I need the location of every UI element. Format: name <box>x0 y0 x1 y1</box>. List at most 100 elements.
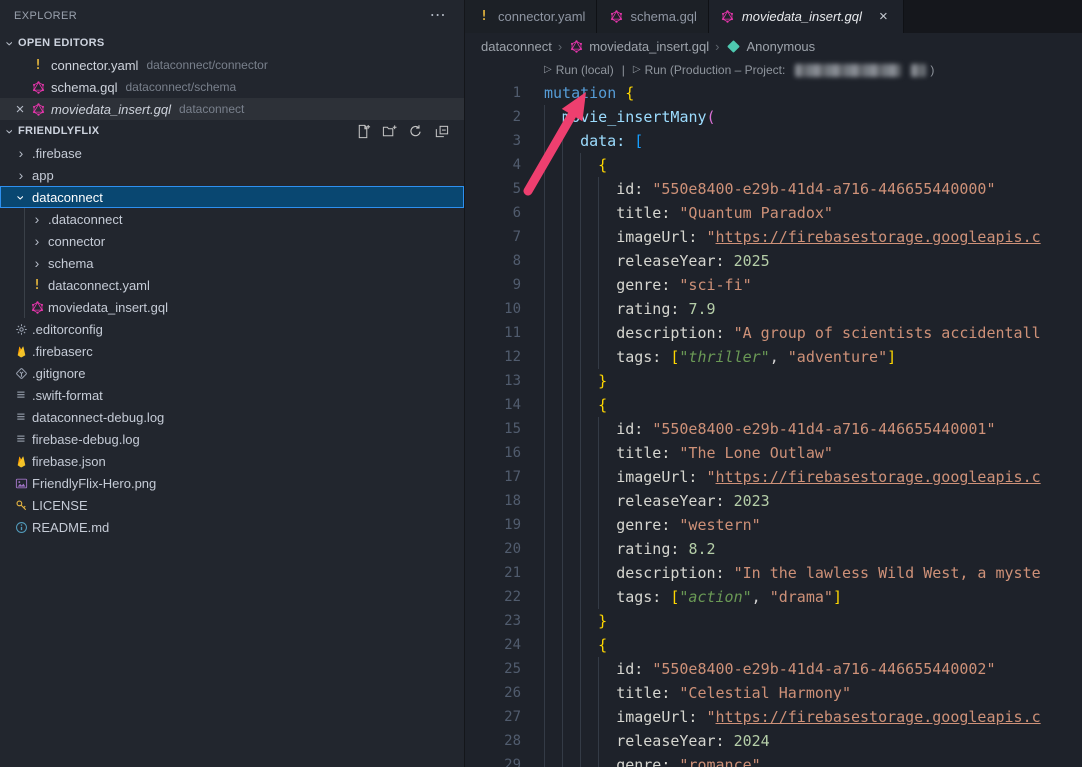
indent-guide <box>580 273 598 297</box>
open-editor-item[interactable]: !connector.yamldataconnect/connector <box>0 54 464 76</box>
code-line[interactable]: 22tags: ["action", "drama"] <box>465 585 1082 609</box>
tree-item-swift-format[interactable]: ≡.swift-format <box>0 384 464 406</box>
breadcrumb-item[interactable]: Anonymous <box>726 38 816 54</box>
tree-item-label: .firebase <box>32 146 82 161</box>
close-tab-icon[interactable]: × <box>875 9 892 24</box>
code-line[interactable]: 29genre: "romance" <box>465 753 1082 767</box>
code-line[interactable]: 19genre: "western" <box>465 513 1082 537</box>
code-line-text: id: "550e8400-e29b-41d4-a716-44665544000… <box>521 177 995 201</box>
breadcrumb-label: Anonymous <box>747 39 816 54</box>
tree-item-connector[interactable]: ›connector <box>0 230 464 252</box>
code-line[interactable]: 5id: "550e8400-e29b-41d4-a716-4466554400… <box>465 177 1082 201</box>
code-line[interactable]: 7imageUrl: "https://firebasestorage.goog… <box>465 225 1082 249</box>
code-token <box>643 420 652 438</box>
code-line[interactable]: 15id: "550e8400-e29b-41d4-a716-446655440… <box>465 417 1082 441</box>
tree-item-dataconnect[interactable]: ›.dataconnect <box>0 208 464 230</box>
refresh-icon[interactable] <box>406 122 424 140</box>
code-token <box>697 228 706 246</box>
code-line-text: } <box>521 369 607 393</box>
code-line[interactable]: 28releaseYear: 2024 <box>465 729 1082 753</box>
tree-item-friendlyflix-hero-png[interactable]: FriendlyFlix-Hero.png <box>0 472 464 494</box>
indent-guide <box>580 417 598 441</box>
code-line[interactable]: 24{ <box>465 633 1082 657</box>
code-line[interactable]: 17imageUrl: "https://firebasestorage.goo… <box>465 465 1082 489</box>
tree-item-firebase-debug-log[interactable]: ≡firebase-debug.log <box>0 428 464 450</box>
tree-item-dataconnect-yaml[interactable]: !dataconnect.yaml <box>0 274 464 296</box>
tab-moviedata-insert-gql[interactable]: moviedata_insert.gql× <box>709 0 904 33</box>
code-line[interactable]: 27imageUrl: "https://firebasestorage.goo… <box>465 705 1082 729</box>
tree-item-license[interactable]: LICENSE <box>0 494 464 516</box>
breadcrumb-item[interactable]: moviedata_insert.gql <box>568 38 709 54</box>
breadcrumb-item[interactable]: dataconnect <box>481 39 552 54</box>
workspace-header[interactable]: › FRIENDLYFLIX <box>0 120 464 142</box>
indent-guide <box>598 561 616 585</box>
indent-guide <box>562 465 580 489</box>
tree-item-moviedata-insert-gql[interactable]: moviedata_insert.gql <box>0 296 464 318</box>
code-line[interactable]: 8releaseYear: 2025 <box>465 249 1082 273</box>
line-number: 13 <box>465 369 521 393</box>
code-token: releaseYear: <box>616 492 724 510</box>
code-line-text: imageUrl: "https://firebasestorage.googl… <box>521 705 1041 729</box>
close-editor-icon[interactable]: × <box>10 102 30 117</box>
tree-item-app[interactable]: ›app <box>0 164 464 186</box>
code-line[interactable]: 18releaseYear: 2023 <box>465 489 1082 513</box>
code-line[interactable]: 2movie_insertMany( <box>465 105 1082 129</box>
run-production-button[interactable]: ▷ Run (Production – Project: ) <box>633 63 934 77</box>
tree-item-readme-md[interactable]: README.md <box>0 516 464 538</box>
indent-guide <box>598 705 616 729</box>
code-token: "action" <box>679 588 751 606</box>
new-folder-icon[interactable] <box>380 122 398 140</box>
code-line[interactable]: 9genre: "sci-fi" <box>465 273 1082 297</box>
tree-item-editorconfig[interactable]: .editorconfig <box>0 318 464 340</box>
code-token: { <box>598 636 607 654</box>
tab-connector-yaml[interactable]: !connector.yaml <box>465 0 597 33</box>
tree-item-dataconnect-debug-log[interactable]: ≡dataconnect-debug.log <box>0 406 464 428</box>
code-line[interactable]: 6title: "Quantum Paradox" <box>465 201 1082 225</box>
yaml-icon: ! <box>30 57 46 73</box>
file-icon-slot <box>12 519 30 535</box>
tab-schema-gql[interactable]: schema.gql <box>597 0 708 33</box>
code-line[interactable]: 13} <box>465 369 1082 393</box>
code-line[interactable]: 10rating: 7.9 <box>465 297 1082 321</box>
tree-item-label: dataconnect-debug.log <box>32 410 164 425</box>
code-line[interactable]: 16title: "The Lone Outlaw" <box>465 441 1082 465</box>
tree-item-dataconnect[interactable]: ›dataconnect <box>0 186 464 208</box>
file-tree: ›.firebase›app›dataconnect›.dataconnect›… <box>0 142 464 538</box>
code-line[interactable]: 14{ <box>465 393 1082 417</box>
code-token: " <box>707 228 716 246</box>
indent-guide <box>562 369 580 393</box>
tree-item-firebase[interactable]: ›.firebase <box>0 142 464 164</box>
code-line[interactable]: 20rating: 8.2 <box>465 537 1082 561</box>
code-editor[interactable]: ▷ Run (local) | ▷ Run (Production – Proj… <box>465 59 1082 767</box>
code-line[interactable]: 25id: "550e8400-e29b-41d4-a716-446655440… <box>465 657 1082 681</box>
tree-item-firebase-json[interactable]: firebase.json <box>0 450 464 472</box>
code-token: releaseYear: <box>616 732 724 750</box>
indent-guide <box>580 585 598 609</box>
code-line[interactable]: 23} <box>465 609 1082 633</box>
code-line[interactable]: 1mutation { <box>465 81 1082 105</box>
collapse-all-icon[interactable] <box>432 122 450 140</box>
code-line[interactable]: 21description: "In the lawless Wild West… <box>465 561 1082 585</box>
open-editor-name: connector.yaml <box>51 58 138 73</box>
code-line[interactable]: 12tags: ["thriller", "adventure"] <box>465 345 1082 369</box>
indent-guide <box>562 657 580 681</box>
editor-area: !connector.yamlschema.gqlmoviedata_inser… <box>465 0 1082 767</box>
open-editors-header[interactable]: › OPEN EDITORS <box>0 32 464 54</box>
code-line[interactable]: 11description: "A group of scientists ac… <box>465 321 1082 345</box>
tree-item-gitignore[interactable]: .gitignore <box>0 362 464 384</box>
run-local-button[interactable]: ▷ Run (local) <box>544 63 614 77</box>
indent-guide <box>562 585 580 609</box>
code-line[interactable]: 3data: [ <box>465 129 1082 153</box>
tree-item-schema[interactable]: ›schema <box>0 252 464 274</box>
open-editor-item[interactable]: schema.gqldataconnect/schema <box>0 76 464 98</box>
code-line-text: genre: "western" <box>521 513 761 537</box>
more-actions-icon[interactable]: ⋯ <box>430 8 446 24</box>
code-line[interactable]: 26title: "Celestial Harmony" <box>465 681 1082 705</box>
tree-item-firebaserc[interactable]: .firebaserc <box>0 340 464 362</box>
open-editor-item[interactable]: ×moviedata_insert.gqldataconnect <box>0 98 464 120</box>
indent-guide <box>562 129 580 153</box>
indent-guide <box>598 537 616 561</box>
new-file-icon[interactable] <box>354 122 372 140</box>
code-line[interactable]: 4{ <box>465 153 1082 177</box>
indent-guide <box>562 681 580 705</box>
